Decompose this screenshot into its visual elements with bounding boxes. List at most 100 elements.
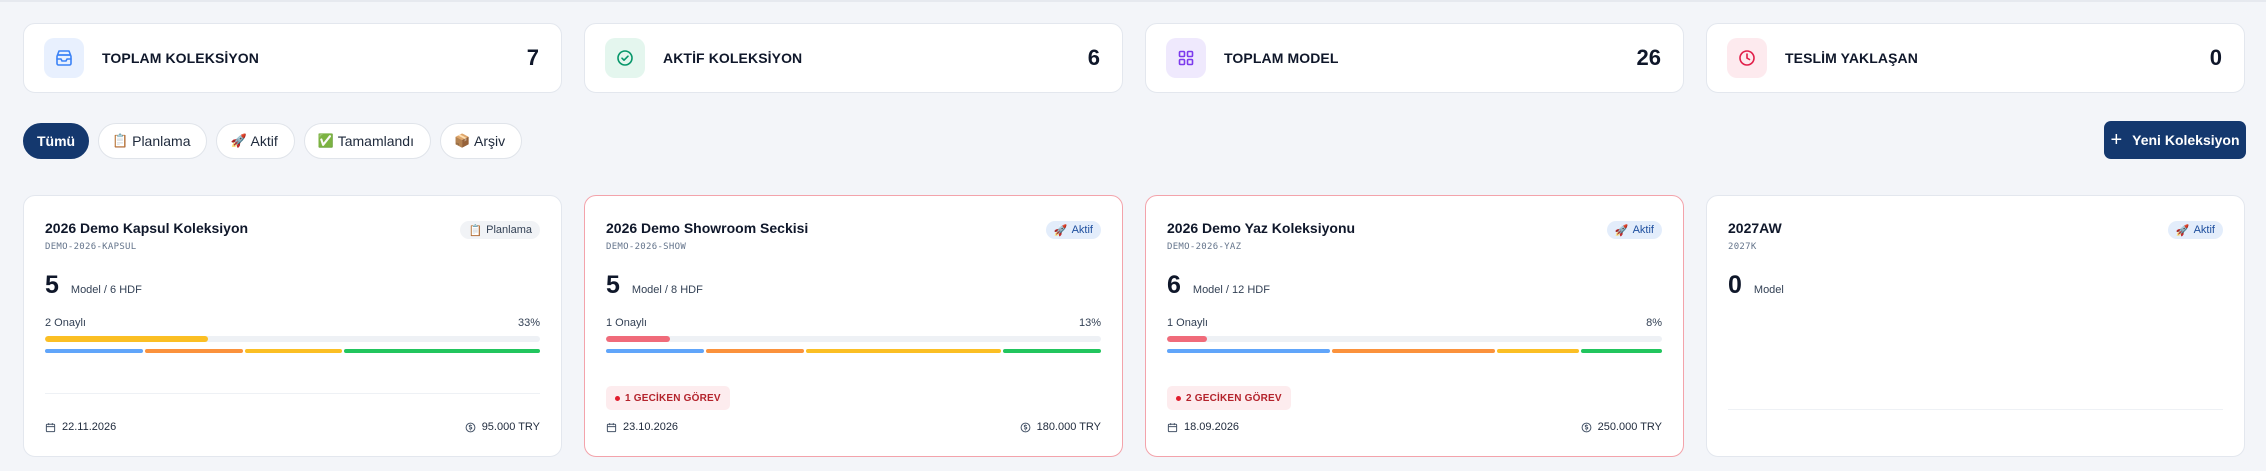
model-count-number: 5 xyxy=(45,271,59,299)
stat-card-total-collections: TOPLAM KOLEKSİYON 7 xyxy=(23,23,562,93)
stage-segment xyxy=(1580,349,1662,353)
collection-card[interactable]: 2026 Demo Kapsul Koleksiyon DEMO-2026-KA… xyxy=(23,195,562,457)
stat-value: 0 xyxy=(2209,45,2222,70)
chip-label: Planlama xyxy=(132,133,191,149)
budget: 180.000 TRY xyxy=(1020,421,1101,433)
model-count-text: Model / 8 HDF xyxy=(631,284,703,296)
stage-segment xyxy=(1497,349,1579,353)
status-badge: 🚀 Aktif xyxy=(1045,221,1101,239)
approved-count: 1 Onaylı xyxy=(1167,317,1208,329)
collection-cards: 2026 Demo Kapsul Koleksiyon DEMO-2026-KA… xyxy=(23,195,2245,457)
stage-segment xyxy=(1167,349,1330,353)
progress-fill xyxy=(1167,336,1207,342)
check-circle-icon xyxy=(617,50,633,66)
model-count-number: 5 xyxy=(606,271,620,299)
progress-track xyxy=(1167,336,1662,342)
deadline-date: 23.10.2026 xyxy=(623,421,679,433)
card-title: 2026 Demo Showroom Seckisi xyxy=(606,220,809,236)
stage-segment xyxy=(144,349,243,353)
overdue-label: 1 GECİKEN GÖREV xyxy=(625,392,721,404)
clipboard-icon: 📋 xyxy=(112,133,129,148)
status-label: Aktif xyxy=(1071,224,1093,236)
model-count-number: 6 xyxy=(1167,271,1181,299)
overdue-badge[interactable]: 1 GECİKEN GÖREV xyxy=(606,386,730,410)
filter-bar: Tümü 📋 Planlama 🚀 Aktif ✅ Tamamlandı 📦 A… xyxy=(23,123,523,159)
deadline: 23.10.2026 xyxy=(606,421,678,433)
collection-card[interactable]: 2026 Demo Showroom Seckisi DEMO-2026-SHO… xyxy=(584,195,1123,457)
stat-label: TOPLAM MODEL xyxy=(1224,50,1339,66)
card-code: 2027K xyxy=(1728,242,1757,252)
rocket-icon: 🚀 xyxy=(230,133,247,148)
clipboard-icon: 📋 xyxy=(468,224,483,237)
progress-percent: 8% xyxy=(1646,317,1662,329)
model-count-text: Model / 12 HDF xyxy=(1192,284,1270,296)
card-footer: 18.09.2026 250.000 TRY xyxy=(1167,421,1662,433)
status-badge: 📋 Planlama xyxy=(460,221,540,239)
status-label: Aktif xyxy=(2193,224,2215,236)
card-divider xyxy=(45,393,540,394)
progress-fill xyxy=(45,336,209,342)
filter-chip-all[interactable]: Tümü xyxy=(23,123,90,159)
stat-label: TOPLAM KOLEKSİYON xyxy=(102,50,260,66)
stage-segment xyxy=(606,349,704,353)
deadline: 22.11.2026 xyxy=(45,421,116,433)
budget-amount: 95.000 TRY xyxy=(481,421,540,433)
overdue-badge[interactable]: 2 GECİKEN GÖREV xyxy=(1167,386,1291,410)
stat-label: AKTİF KOLEKSİYON xyxy=(663,50,803,66)
budget-amount: 180.000 TRY xyxy=(1036,421,1101,433)
card-code: DEMO-2026-YAZ xyxy=(1167,242,1242,252)
progress-labels: 1 Onaylı 8% xyxy=(1167,317,1662,329)
coin-icon xyxy=(465,422,476,432)
progress-fill xyxy=(606,336,671,342)
stat-card-total-models: TOPLAM MODEL 26 xyxy=(1145,23,1684,93)
progress-track xyxy=(606,336,1101,342)
stat-icon-wrap xyxy=(1166,38,1206,78)
calendar-icon xyxy=(45,422,56,432)
rocket-icon: 🚀 xyxy=(1053,224,1068,237)
coin-icon xyxy=(1581,422,1591,432)
status-badge: 🚀 Aktif xyxy=(1606,221,1662,239)
stat-icon-wrap xyxy=(1727,38,1767,78)
collection-card[interactable]: 2027AW 2027K 🚀 Aktif 0 Model xyxy=(1706,195,2245,457)
filter-chip-archive[interactable]: 📦 Arşiv xyxy=(439,123,523,159)
model-count-text: Model xyxy=(1753,284,1784,296)
progress-percent: 33% xyxy=(517,317,540,329)
alert-dot-icon xyxy=(615,395,620,401)
model-count: 6 Model / 12 HDF xyxy=(1167,271,1270,300)
new-collection-button[interactable]: + Yeni Koleksiyon xyxy=(2104,121,2246,159)
package-icon: 📦 xyxy=(453,133,471,148)
plus-icon: + xyxy=(2110,129,2123,151)
clock-icon xyxy=(1739,50,1755,66)
model-count: 5 Model / 6 HDF xyxy=(45,271,142,300)
approved-count: 2 Onaylı xyxy=(45,317,86,329)
filter-chip-planning[interactable]: 📋 Planlama xyxy=(98,123,208,159)
chip-label: Aktif xyxy=(250,133,278,149)
check-box-icon: ✅ xyxy=(317,133,334,148)
stage-segment xyxy=(344,349,540,353)
collection-card[interactable]: 2026 Demo Yaz Koleksiyonu DEMO-2026-YAZ … xyxy=(1145,195,1684,457)
deadline-date: 22.11.2026 xyxy=(62,421,117,433)
inbox-icon xyxy=(56,50,72,66)
model-count-text: Model / 6 HDF xyxy=(70,284,142,296)
status-label: Planlama xyxy=(486,224,532,236)
progress-percent: 13% xyxy=(1078,317,1101,329)
stage-bar xyxy=(606,349,1101,353)
budget: 95.000 TRY xyxy=(465,421,540,433)
approved-count: 1 Onaylı xyxy=(606,317,647,329)
rocket-icon: 🚀 xyxy=(2175,224,2190,237)
stat-value: 26 xyxy=(1636,45,1661,70)
calendar-icon xyxy=(1167,422,1178,432)
stage-segment xyxy=(244,349,343,353)
calendar-icon xyxy=(606,422,617,432)
rocket-icon: 🚀 xyxy=(1614,224,1629,237)
chip-label: Arşiv xyxy=(473,133,506,149)
stat-card-upcoming-deliveries: TESLİM YAKLAŞAN 0 xyxy=(1706,23,2245,93)
top-border xyxy=(0,0,2266,2)
card-divider xyxy=(1728,409,2223,410)
stat-icon-wrap xyxy=(605,38,645,78)
status-badge: 🚀 Aktif xyxy=(2167,221,2223,239)
model-count-number: 0 xyxy=(1728,271,1742,299)
filter-chip-completed[interactable]: ✅ Tamamlandı xyxy=(303,123,431,159)
filter-chip-active[interactable]: 🚀 Aktif xyxy=(216,123,295,159)
coin-icon xyxy=(1020,422,1030,432)
